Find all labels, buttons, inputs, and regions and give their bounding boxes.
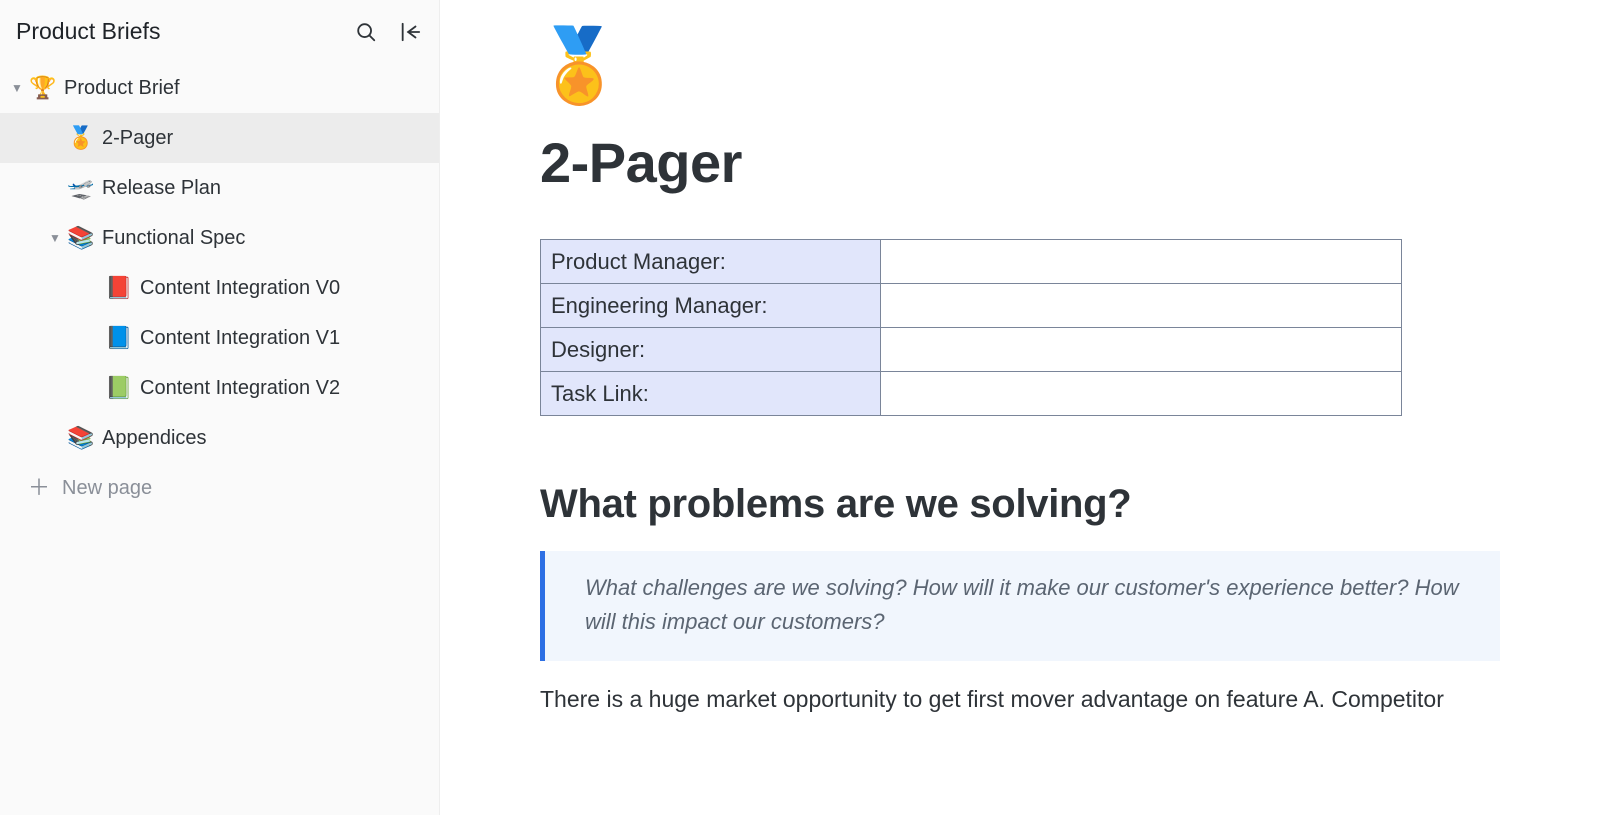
metadata-table: Product Manager:Engineering Manager:Desi… [540,239,1402,416]
sidebar-item-content-integration-v1[interactable]: 📘 Content Integration V1 [0,313,439,363]
meta-value[interactable] [881,240,1402,284]
page-emoji-icon: 📕 [104,275,134,301]
meta-key: Product Manager: [541,240,881,284]
page-emoji-icon: 🏆 [28,75,58,101]
app-root: Product Briefs ▼ 🏆 Product Brief [0,0,1600,815]
table-row: Product Manager: [541,240,1402,284]
sidebar-item-2-pager[interactable]: 🏅 2-Pager [0,113,439,163]
sidebar-item-release-plan[interactable]: 🛫 Release Plan [0,163,439,213]
collapse-sidebar-icon[interactable] [399,21,421,43]
sidebar-item-content-integration-v2[interactable]: 📗 Content Integration V2 [0,363,439,413]
page-emoji-icon: 📚 [66,225,96,251]
page-emoji-icon: 📗 [104,375,134,401]
sidebar-item-label: 2-Pager [102,127,173,150]
meta-key: Engineering Manager: [541,284,881,328]
meta-value[interactable] [881,284,1402,328]
page-tree: ▼ 🏆 Product Brief 🏅 2-Pager 🛫 Release Plan ▼ 📚 Fu… [0,63,439,463]
page-emoji-icon: 🏅 [66,125,96,151]
section-heading[interactable]: What problems are we solving? [540,482,1500,527]
sidebar-item-content-integration-v0[interactable]: 📕 Content Integration V0 [0,263,439,313]
sidebar-item-label: Product Brief [64,77,180,100]
sidebar-item-label: Release Plan [102,177,221,200]
search-icon[interactable] [355,21,377,43]
page-emoji-icon: 📚 [66,425,96,451]
meta-key: Task Link: [541,372,881,416]
new-page-button[interactable]: ＋ New page [0,463,439,513]
page-emoji-icon: 🛫 [66,175,96,201]
meta-value[interactable] [881,328,1402,372]
table-row: Designer: [541,328,1402,372]
workspace-title[interactable]: Product Briefs [16,18,160,45]
sidebar-item-label: Appendices [102,427,207,450]
sidebar-item-label: Content Integration V0 [140,277,340,300]
body-paragraph[interactable]: There is a huge market opportunity to ge… [540,683,1500,716]
plus-icon: ＋ [28,477,50,499]
sidebar: Product Briefs ▼ 🏆 Product Brief [0,0,440,815]
sidebar-item-label: Content Integration V1 [140,327,340,350]
callout-block[interactable]: What challenges are we solving? How will… [540,551,1500,661]
caret-icon[interactable]: ▼ [48,231,62,245]
sidebar-item-functional-spec[interactable]: ▼ 📚 Functional Spec [0,213,439,263]
sidebar-item-product-brief[interactable]: ▼ 🏆 Product Brief [0,63,439,113]
new-page-label: New page [62,477,152,500]
page-emoji-icon: 📘 [104,325,134,351]
sidebar-header: Product Briefs [0,10,439,63]
caret-icon[interactable]: ▼ [10,81,24,95]
sidebar-item-label: Functional Spec [102,227,245,250]
page-title[interactable]: 2-Pager [540,130,1500,195]
sidebar-header-icons [355,21,421,43]
meta-value[interactable] [881,372,1402,416]
sidebar-item-label: Content Integration V2 [140,377,340,400]
table-row: Engineering Manager: [541,284,1402,328]
table-row: Task Link: [541,372,1402,416]
sidebar-item-appendices[interactable]: 📚 Appendices [0,413,439,463]
page-icon[interactable]: 🏅 [534,30,1500,102]
meta-key: Designer: [541,328,881,372]
document-area: 🏅 2-Pager Product Manager:Engineering Ma… [440,0,1600,815]
